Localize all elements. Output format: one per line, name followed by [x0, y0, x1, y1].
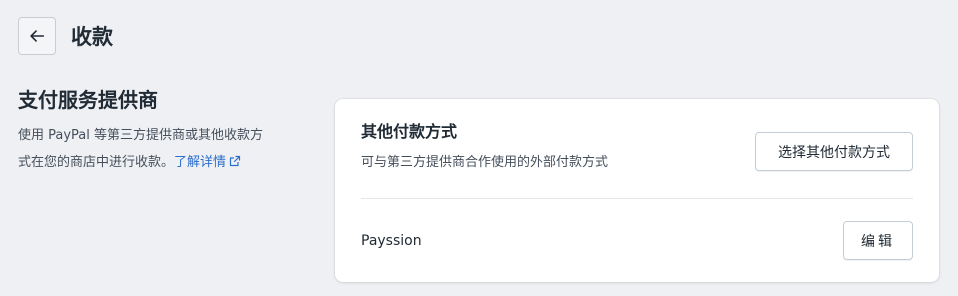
section-title: 支付服务提供商 — [18, 88, 158, 112]
arrow-left-icon — [28, 27, 46, 45]
back-button[interactable] — [18, 17, 56, 55]
section-description-text: 式在您的商店中进行收款。 — [18, 155, 175, 170]
divider — [361, 198, 913, 199]
provider-name: Payssion — [361, 233, 422, 249]
card-title: 其他付款方式 — [361, 122, 458, 141]
external-link-icon — [226, 155, 241, 170]
edit-button[interactable]: 编辑 — [843, 221, 913, 260]
card-subtitle: 可与第三方提供商合作使用的外部付款方式 — [361, 155, 609, 170]
section-description-line-2: 式在您的商店中进行收款。了解详情 — [18, 149, 294, 176]
learn-more-label: 了解详情 — [174, 155, 227, 170]
section-description-line-1: 使用 PayPal 等第三方提供商或其他收款方 — [18, 128, 264, 143]
choose-other-payment-button[interactable]: 选择其他付款方式 — [755, 132, 913, 171]
section-description: 使用 PayPal 等第三方提供商或其他收款方 式在您的商店中进行收款。了解详情 — [18, 122, 294, 176]
page-title: 收款 — [71, 25, 113, 49]
other-payment-methods-card: 其他付款方式 可与第三方提供商合作使用的外部付款方式 选择其他付款方式 Pays… — [335, 99, 939, 282]
learn-more-link[interactable]: 了解详情 — [174, 155, 241, 170]
